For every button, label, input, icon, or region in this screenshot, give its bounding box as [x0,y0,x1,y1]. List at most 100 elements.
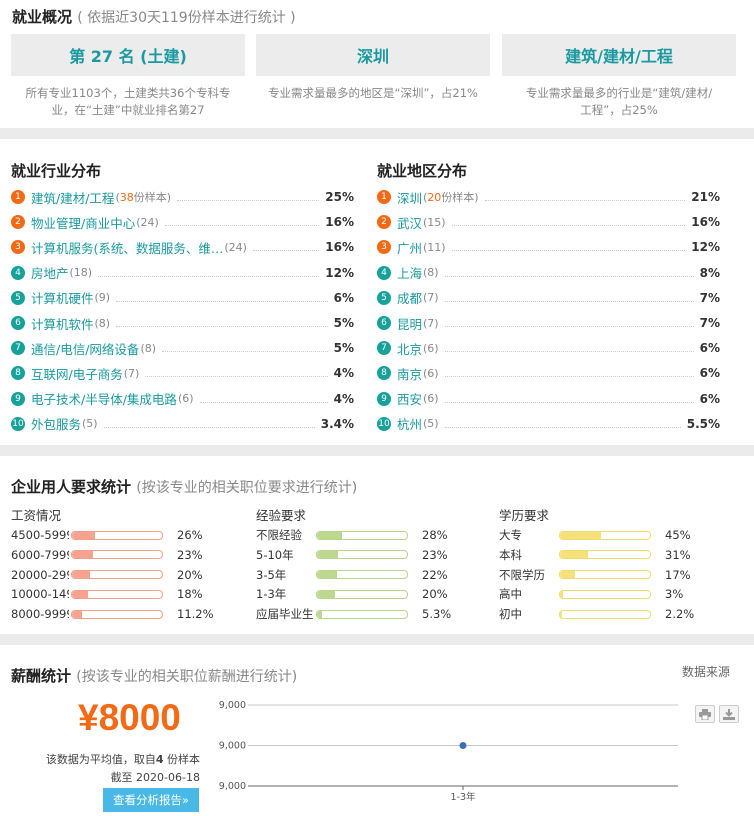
dotted-leader [451,249,686,252]
rank-card: 第 27 名 (土建) [11,34,245,76]
region-name[interactable]: 昆明 [397,314,422,333]
region-name[interactable]: 杭州 [397,414,422,433]
rank-card-value: 第 27 名 (土建) [69,47,187,66]
region-row[interactable]: 7 北京 (6) 6% [377,338,720,358]
region-name[interactable]: 上海 [397,263,422,282]
x-tick-label: 1-3年 [450,791,476,803]
industry-row[interactable]: 8 互联网/电子商务 (7) 4% [11,363,354,383]
requirement-bar [559,589,651,599]
requirement-bar [316,530,408,540]
industry-count: (5) [82,417,98,431]
rank-badge: 10 [377,416,391,431]
industry-name[interactable]: 计算机服务(系统、数据服务、维… [31,238,223,257]
region-percent: 5.5% [686,416,720,431]
region-row[interactable]: 1 深圳 (20份样本) 21% [377,187,720,207]
top-industry-card: 建筑/建材/工程 [502,34,736,76]
industry-row[interactable]: 7 通信/电信/网络设备 (8) 5% [11,338,354,358]
dotted-leader [103,426,315,428]
region-name[interactable]: 深圳 [397,188,422,207]
industry-row[interactable]: 4 房地产 (18) 12% [11,263,354,283]
region-count: (7) [423,316,439,330]
requirement-value: 2.2% [665,607,695,622]
region-percent: 16% [691,215,720,230]
region-name[interactable]: 广州 [397,238,422,257]
industry-name[interactable]: 外包服务 [31,414,81,433]
region-row[interactable]: 8 南京 (6) 6% [377,363,720,383]
requirement-bar-fill [560,531,601,539]
region-row[interactable]: 10 杭州 (5) 5.5% [377,414,720,434]
industry-name[interactable]: 电子技术/半导体/集成电路 [31,389,177,408]
download-icon [723,708,735,720]
region-row[interactable]: 3 广州 (11) 12% [377,237,720,257]
region-percent: 6% [699,366,720,381]
industry-name[interactable]: 通信/电信/网络设备 [31,339,139,358]
requirement-value: 31% [665,547,691,562]
region-row[interactable]: 4 上海 (8) 8% [377,263,720,283]
industry-row[interactable]: 2 物业管理/商业中心 (24) 16% [11,212,354,232]
industry-row[interactable]: 1 建筑/建材/工程 (38份样本) 25% [11,187,354,207]
requirement-bar-fill [560,590,563,598]
view-report-button[interactable]: 查看分析报告» [103,788,199,812]
industry-name[interactable]: 计算机软件 [31,314,94,333]
requirement-bar [316,570,408,580]
region-name[interactable]: 成都 [397,288,422,307]
industry-percent: 16% [325,240,354,255]
requirements-section: 企业用人要求统计 (按该专业的相关职位要求进行统计) 工资情况 4500-5999… [0,456,754,634]
region-percent: 6% [699,341,720,356]
print-icon [699,708,711,720]
region-row[interactable]: 5 成都 (7) 7% [377,288,720,308]
region-row[interactable]: 9 西安 (6) 6% [377,389,720,409]
region-name[interactable]: 西安 [397,389,422,408]
industry-percent: 25% [325,190,354,204]
industry-count: (18) [69,266,93,280]
rank-badge: 4 [377,265,391,280]
rank-badge: 1 [377,190,391,204]
industry-name[interactable]: 房地产 [31,263,69,282]
overview-heading: 就业概况 ( 依据近30天119份样本进行统计 ) [12,6,296,27]
region-row[interactable]: 2 武汉 (15) 16% [377,212,720,232]
data-point[interactable] [459,742,467,749]
industry-name[interactable]: 计算机硬件 [31,288,94,307]
dotted-leader [116,325,328,327]
region-name[interactable]: 北京 [397,339,422,358]
dotted-leader [162,350,328,353]
requirement-row: 初中 2.2% [499,605,694,623]
requirement-value: 3% [665,587,684,602]
region-name[interactable]: 武汉 [397,213,422,232]
requirement-row: 不限经验 28% [256,526,448,544]
requirements-title: 企业用人要求统计 [11,478,132,496]
requirement-bar-fill [72,551,93,559]
requirement-row: 5-10年 23% [256,546,448,564]
industry-name[interactable]: 互联网/电子商务 [31,364,123,383]
count-suffix: 份样本) [133,191,172,204]
industry-row[interactable]: 5 计算机硬件 (9) 6% [11,288,354,308]
requirement-label: 大专 [499,528,522,542]
industry-row[interactable]: 3 计算机服务(系统、数据服务、维… (24) 16% [11,237,354,257]
industry-name[interactable]: 建筑/建材/工程 [31,188,114,207]
requirement-bar [559,570,651,580]
industry-row[interactable]: 6 计算机软件 (8) 5% [11,313,354,333]
requirement-bar-fill [72,571,90,579]
requirement-value: 23% [177,547,203,562]
region-count: (20份样本) [423,189,479,205]
rank-badge: 5 [11,290,25,305]
requirement-bar-fill [317,571,337,579]
region-count: (8) [423,266,439,280]
requirement-bar-fill [560,571,576,579]
rank-card-desc: 所有专业1103个，土建类共36个专科专业，在“土建”中就业排名第27 [25,86,231,117]
count-number: 20 [427,191,442,204]
industry-row[interactable]: 10 外包服务 (5) 3.4% [11,414,354,434]
requirement-row: 3-5年 22% [256,566,448,584]
industry-percent: 16% [325,215,354,230]
industry-percent: 5% [333,341,354,356]
industry-name[interactable]: 物业管理/商业中心 [31,213,135,232]
region-row[interactable]: 6 昆明 (7) 7% [377,313,720,333]
requirement-row: 6000-7999 23% [11,546,203,564]
region-name[interactable]: 南京 [397,364,422,383]
industry-row[interactable]: 9 电子技术/半导体/集成电路 (6) 4% [11,389,354,409]
download-button[interactable] [719,705,739,723]
requirement-bar-fill [72,610,83,618]
requirement-label: 6000-7999 [11,547,69,562]
dotted-leader [145,375,328,378]
print-button[interactable] [695,705,715,723]
